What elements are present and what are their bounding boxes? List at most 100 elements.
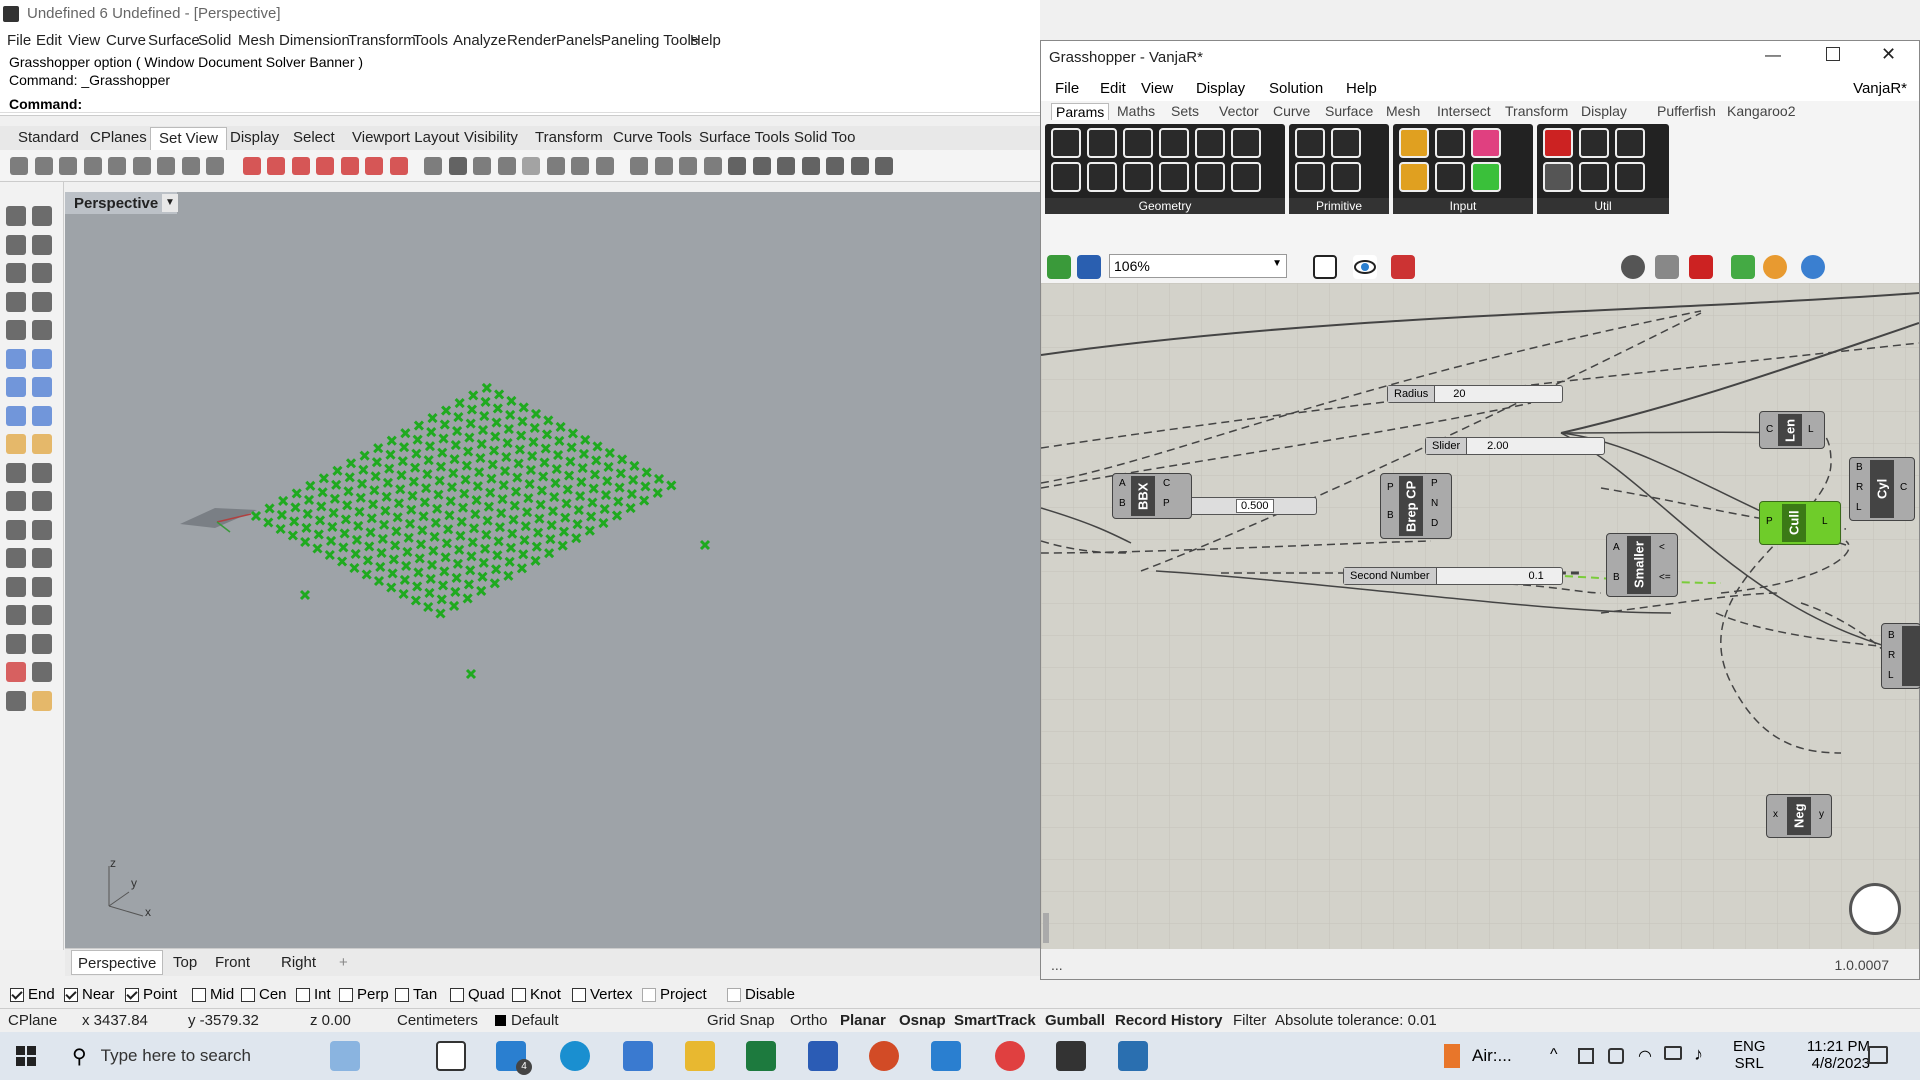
tab-select[interactable]: Select [285, 129, 343, 146]
menu-edit[interactable]: Edit [36, 32, 62, 49]
word-icon[interactable] [808, 1041, 838, 1071]
ellipse-icon[interactable] [6, 291, 26, 312]
menu-help[interactable]: Help [690, 32, 721, 49]
brep-cp-output-p[interactable]: P [1431, 478, 1438, 489]
bbx-component[interactable]: A B BBX C P [1112, 473, 1192, 519]
osnap-tan[interactable]: Tan [395, 986, 437, 1003]
len-input-c[interactable]: C [1766, 424, 1773, 435]
neg-output-y[interactable]: y [1819, 809, 1824, 820]
plane-fly-3-icon[interactable] [826, 157, 844, 175]
grid-icon[interactable] [32, 633, 52, 654]
maximize-icon[interactable] [1826, 47, 1840, 61]
brep-cp-input-p[interactable]: P [1387, 482, 1394, 493]
rotate-icon[interactable] [6, 519, 26, 540]
gh-tab-maths[interactable]: Maths [1117, 103, 1155, 119]
tab-visibility[interactable]: Visibility [456, 129, 526, 146]
preview-wire-icon[interactable] [1621, 255, 1645, 279]
printer-icon[interactable] [497, 157, 516, 175]
zoom-extents-icon[interactable] [1313, 255, 1337, 279]
gh-tab-transform[interactable]: Transform [1505, 103, 1568, 119]
tab-cplanes[interactable]: CPlanes [82, 129, 155, 146]
status-filter[interactable]: Filter [1233, 1012, 1266, 1029]
ribbon-geometry-component-1-icon[interactable] [1087, 128, 1117, 158]
osnap-mid[interactable]: Mid [192, 986, 234, 1003]
osnap-vertex-checkbox[interactable] [572, 987, 586, 1002]
sweep-icon[interactable] [32, 434, 52, 454]
display-settings-icon[interactable] [1801, 255, 1825, 279]
circle-icon[interactable] [6, 263, 26, 283]
brep-cp-input-b[interactable]: B [1387, 510, 1394, 521]
gh-tab-mesh[interactable]: Mesh [1386, 103, 1420, 119]
second-number-slider[interactable]: Second Number 0.1 [1343, 567, 1563, 585]
cyl-input-l[interactable]: L [1856, 502, 1862, 513]
add-viewport-icon[interactable]: + [333, 954, 354, 971]
viewport-tab-right[interactable]: Right [275, 954, 322, 971]
car-2-icon[interactable] [316, 157, 334, 175]
air-quality-label[interactable]: Air:... [1472, 1046, 1512, 1066]
tab-display[interactable]: Display [222, 129, 287, 146]
ribbon-geometry-component-2-icon[interactable] [1123, 128, 1153, 158]
gh-tab-pufferfish[interactable]: Pufferfish [1657, 103, 1716, 119]
taskbar-search[interactable]: ⚲ Type here to search [58, 1032, 320, 1080]
status-layer[interactable]: Default [495, 1012, 559, 1029]
bbx-output-p[interactable]: P [1163, 498, 1170, 509]
status-units[interactable]: Centimeters [397, 1012, 478, 1029]
ribbon-input-component-3-icon[interactable] [1399, 162, 1429, 192]
osnap-project[interactable]: Project [642, 986, 707, 1003]
language-indicator[interactable]: ENG SRL [1733, 1038, 1766, 1072]
osnap-perp-checkbox[interactable] [339, 987, 353, 1002]
zoom-target-icon[interactable] [181, 157, 200, 175]
edge-icon[interactable] [560, 1041, 590, 1071]
slider[interactable]: Slider 2.00 [1425, 437, 1605, 455]
ribbon-input-component-0-icon[interactable] [1399, 128, 1429, 158]
menu-tools[interactable]: Tools [413, 32, 448, 49]
tab-set-view[interactable]: Set View [150, 127, 227, 150]
rotate-view-icon[interactable] [34, 157, 53, 175]
cyl2-input-l[interactable]: L [1888, 670, 1894, 681]
viewport-tab-front[interactable]: Front [209, 954, 256, 971]
render-icon[interactable] [473, 157, 491, 175]
check-icon[interactable] [32, 662, 52, 682]
zoom-1-1-icon[interactable] [206, 157, 224, 175]
excel-icon[interactable] [746, 1041, 776, 1071]
gh-menu-display[interactable]: Display [1196, 80, 1245, 97]
status-osnap[interactable]: Osnap [899, 1012, 946, 1029]
file-explorer-icon[interactable] [685, 1041, 715, 1071]
bbx-input-a[interactable]: A [1119, 478, 1126, 489]
car-5-icon[interactable] [389, 157, 408, 175]
gh-tab-params[interactable]: Params [1051, 103, 1110, 120]
tab-transform[interactable]: Transform [527, 129, 611, 146]
preview-selected-icon[interactable] [1689, 255, 1713, 279]
status-smarttrack[interactable]: SmartTrack [954, 1012, 1036, 1029]
osnap-cen[interactable]: Cen [241, 986, 287, 1003]
osnap-point[interactable]: Point [125, 986, 177, 1003]
tab-curve-tools[interactable]: Curve Tools [605, 129, 700, 146]
close-icon[interactable]: ✕ [1881, 44, 1896, 65]
transform-icon[interactable] [6, 462, 26, 483]
camera-icon[interactable] [448, 157, 467, 175]
brep-closest-point-component[interactable]: P B Brep CP P N D [1380, 473, 1452, 539]
weather-widget-icon[interactable] [330, 1041, 360, 1071]
brep-cp-output-n[interactable]: N [1431, 498, 1438, 509]
red-box-icon[interactable] [267, 157, 285, 175]
len-component[interactable]: C Len L [1759, 411, 1825, 449]
solid-edit-icon[interactable] [6, 434, 26, 454]
store-icon[interactable] [623, 1041, 653, 1071]
menu-curve[interactable]: Curve [106, 32, 146, 49]
osnap-int-checkbox[interactable] [296, 987, 310, 1002]
gh-tab-intersect[interactable]: Intersect [1437, 103, 1491, 119]
menu-solid[interactable]: Solid [198, 32, 231, 49]
osnap-vertex[interactable]: Vertex [572, 986, 633, 1003]
calendar-icon[interactable] [931, 1041, 961, 1071]
plane-view-icon[interactable] [654, 157, 673, 175]
curve-boolean-icon[interactable] [6, 605, 26, 625]
ribbon-input-component-2-icon[interactable] [1471, 128, 1501, 158]
status-gumball[interactable]: Gumball [1045, 1012, 1105, 1029]
gh-menu-edit[interactable]: Edit [1100, 80, 1126, 97]
zoom-extents-icon[interactable] [83, 157, 102, 175]
menu-panels[interactable]: Panels [556, 32, 602, 49]
move-icon[interactable] [32, 462, 52, 483]
zoom-select[interactable]: 106% ▼ [1109, 254, 1287, 278]
car-icon[interactable] [291, 157, 310, 175]
cull-input-p[interactable]: P [1766, 516, 1773, 527]
